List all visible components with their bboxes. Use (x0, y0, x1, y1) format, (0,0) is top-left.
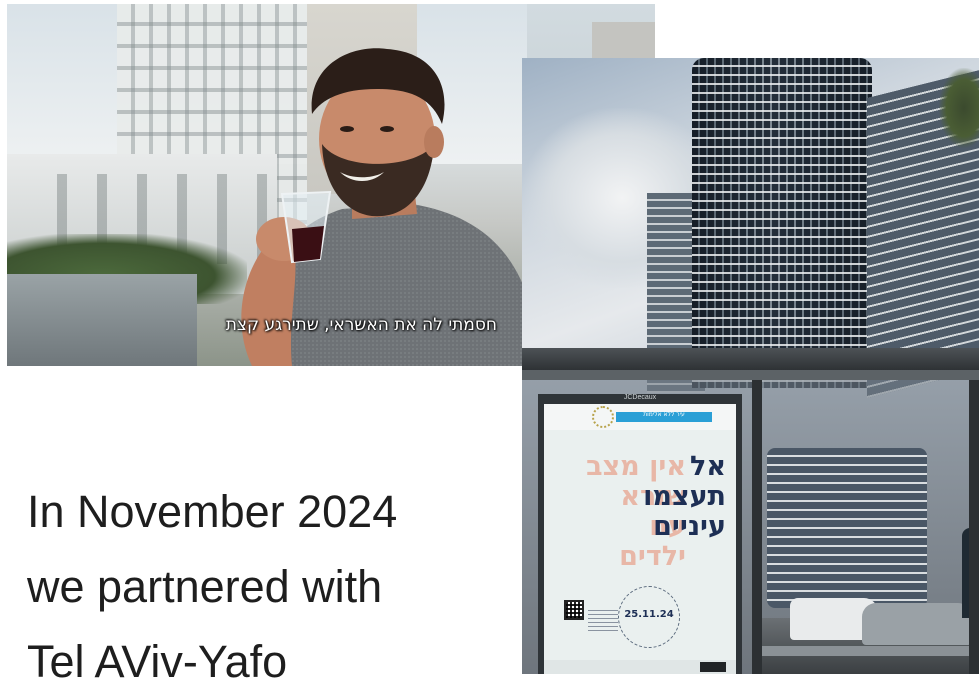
caption-text: In November 2024 we partnered with Tel A… (27, 474, 467, 699)
headline-back-line: ילדים (619, 541, 686, 572)
poster-fine-print (588, 610, 618, 632)
grey-car (862, 603, 972, 645)
qr-code-icon (564, 600, 584, 620)
headline-front-line: תעצמו (643, 481, 726, 512)
tower-reflection (767, 448, 927, 608)
bus-shelter-roof-edge (522, 370, 979, 380)
bus-shelter-roof (522, 348, 979, 370)
video-subtitle: חסמתי לה את האשראי, שתירגע קצת (225, 315, 497, 335)
shelter-bench (762, 646, 979, 656)
municipality-logo-icon (592, 406, 614, 428)
headline-front-line: אל (690, 451, 726, 482)
poster-date-badge: 25.11.24 (618, 586, 680, 648)
shelter-post (752, 380, 762, 674)
caption-line-3: Tel AViv-Yafo (27, 636, 288, 687)
poster-date: 25.11.24 (624, 609, 674, 620)
shelter-brand-label: JCDecaux (623, 394, 657, 401)
round-tower (692, 58, 872, 388)
city-street-photo: עיר ללא אלימות אין מצב שורא עם ילדים אל … (522, 58, 979, 674)
headline-front-line: עיניים (653, 511, 726, 542)
poster-headline: אין מצב שורא עם ילדים אל תעצמו עיניים (556, 451, 726, 572)
tree (939, 68, 979, 148)
caption-line-2: we partnered with (27, 561, 383, 612)
caption-line-1: In November 2024 (27, 486, 398, 537)
advertisement-poster: עיר ללא אלימות אין מצב שורא עם ילדים אל … (544, 404, 736, 674)
poster-header-text: עיר ללא אלימות (643, 411, 685, 418)
sponsor-logo-icon (700, 662, 726, 672)
shelter-post (969, 380, 979, 674)
